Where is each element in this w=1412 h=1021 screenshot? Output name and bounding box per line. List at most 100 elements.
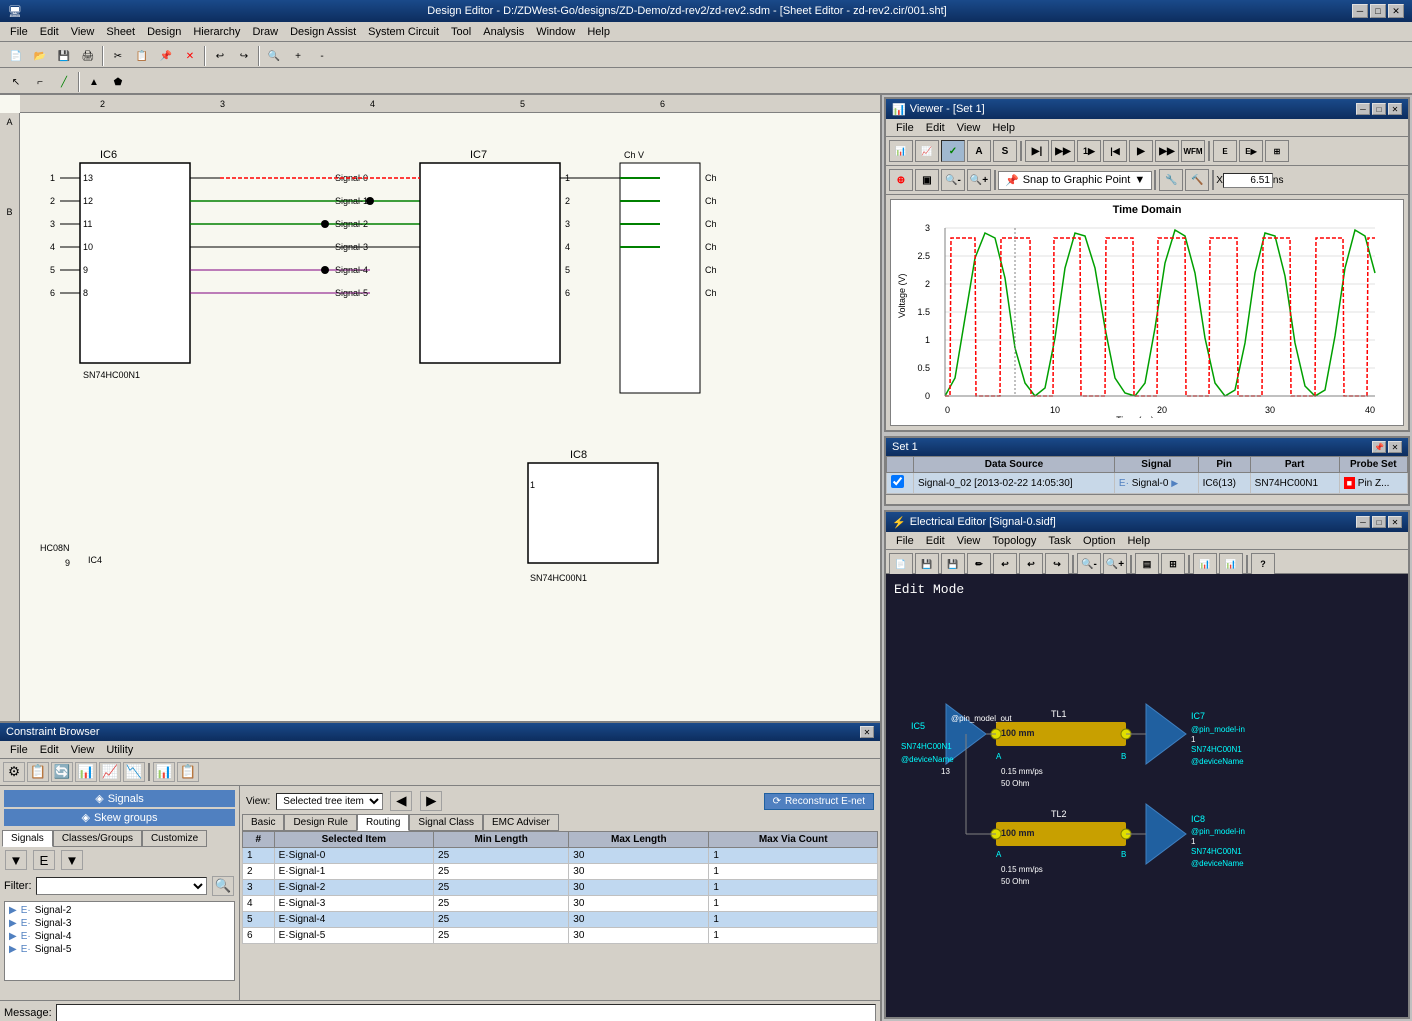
tab-signal-class[interactable]: Signal Class: [409, 814, 483, 831]
menu-design-assist[interactable]: Design Assist: [284, 24, 362, 40]
menu-hierarchy[interactable]: Hierarchy: [187, 24, 246, 40]
new-btn[interactable]: 📄: [5, 45, 27, 67]
redo-btn[interactable]: ↪: [233, 45, 255, 67]
vt-step[interactable]: 1▶: [1077, 140, 1101, 162]
ee-tool2[interactable]: 💾: [915, 553, 939, 575]
paste-btn[interactable]: 📌: [155, 45, 177, 67]
menu-file[interactable]: File: [4, 24, 34, 40]
vt-chart2[interactable]: 📈: [915, 140, 939, 162]
menu-sheet[interactable]: Sheet: [100, 24, 141, 40]
vt-expand[interactable]: ⊞: [1265, 140, 1289, 162]
maximize-btn[interactable]: □: [1370, 4, 1386, 18]
vt-play2[interactable]: ▶▶: [1051, 140, 1075, 162]
minimize-btn[interactable]: ─: [1352, 4, 1368, 18]
vt-tools2[interactable]: 🔨: [1185, 169, 1209, 191]
signal-item-3[interactable]: ▶ E· Signal-3: [7, 917, 232, 930]
cut-btn[interactable]: ✂: [107, 45, 129, 67]
viewer-menu-help[interactable]: Help: [986, 121, 1021, 135]
ee-zoom-in[interactable]: 🔍+: [1103, 553, 1127, 575]
signals-list[interactable]: ▶ E· Signal-2 ▶ E· Signal-3 ▶ E· Sig: [4, 901, 235, 981]
tab-basic[interactable]: Basic: [242, 814, 284, 831]
menu-analysis[interactable]: Analysis: [477, 24, 530, 40]
vt-target[interactable]: ⊕: [889, 169, 913, 191]
filter-icon-btn[interactable]: ▼: [5, 850, 27, 870]
close-btn[interactable]: ✕: [1388, 4, 1404, 18]
ee-chart2[interactable]: 📊: [1219, 553, 1243, 575]
tab-design-rule[interactable]: Design Rule: [284, 814, 356, 831]
delete-btn[interactable]: ✕: [179, 45, 201, 67]
signal-item-4[interactable]: ▶ E· Signal-4: [7, 930, 232, 943]
ee-menu-topology[interactable]: Topology: [986, 534, 1042, 548]
vt-label2[interactable]: E▶: [1239, 140, 1263, 162]
cb-tool4[interactable]: 📊: [75, 762, 97, 782]
set1-pin[interactable]: 📌: [1372, 441, 1386, 453]
ee-maximize[interactable]: □: [1372, 516, 1386, 528]
vt-play1[interactable]: ▶|: [1025, 140, 1049, 162]
signals-btn[interactable]: ◈ Signals: [4, 790, 235, 807]
filter-select[interactable]: [36, 877, 208, 895]
view-btn1[interactable]: ◀: [390, 791, 412, 811]
ee-menu-edit[interactable]: Edit: [920, 534, 951, 548]
menu-help[interactable]: Help: [581, 24, 616, 40]
cb-tool5[interactable]: 📈: [99, 762, 121, 782]
cb-tool3[interactable]: 🔄: [51, 762, 73, 782]
ee-layout2[interactable]: ⊞: [1161, 553, 1185, 575]
signal-item-5[interactable]: ▶ E· Signal-5: [7, 943, 232, 956]
skew-btn[interactable]: ◈ Skew groups: [4, 809, 235, 826]
ee-layout[interactable]: ▤: [1135, 553, 1159, 575]
view-btn2[interactable]: ▶: [420, 791, 442, 811]
message-input[interactable]: [56, 1004, 876, 1021]
vt-stop[interactable]: |◀: [1103, 140, 1127, 162]
viewer-menu-file[interactable]: File: [890, 121, 920, 135]
vt-rect[interactable]: ▣: [915, 169, 939, 191]
vt-chart1[interactable]: 📊: [889, 140, 913, 162]
snap-graphic-btn[interactable]: 📌 Snap to Graphic Point ▼: [998, 171, 1152, 190]
vt-s[interactable]: S: [993, 140, 1017, 162]
menu-design[interactable]: Design: [141, 24, 187, 40]
menu-edit[interactable]: Edit: [34, 24, 65, 40]
view-dropdown[interactable]: Selected tree item: [276, 793, 383, 810]
ee-canvas[interactable]: Edit Mode IC5 SN74HC00N1 @deviceName @pi…: [886, 574, 1408, 1019]
vt-a[interactable]: A: [967, 140, 991, 162]
ee-tool6[interactable]: ↩: [1019, 553, 1043, 575]
zoom-btn[interactable]: 🔍: [263, 45, 285, 67]
viewer-minimize[interactable]: ─: [1356, 103, 1370, 115]
cb-menu-view[interactable]: View: [65, 743, 101, 757]
tab-signals[interactable]: Signals: [2, 830, 53, 847]
x-coord-input[interactable]: [1223, 173, 1273, 188]
signal-item-2[interactable]: ▶ E· Signal-2: [7, 904, 232, 917]
set1-scrollbar[interactable]: [886, 494, 1408, 504]
vt-zoom-in[interactable]: 🔍+: [967, 169, 991, 191]
ee-zoom-out[interactable]: 🔍-: [1077, 553, 1101, 575]
vt-play3[interactable]: ▶: [1129, 140, 1153, 162]
ee-menu-option[interactable]: Option: [1077, 534, 1121, 548]
save-btn[interactable]: 💾: [53, 45, 75, 67]
menu-window[interactable]: Window: [530, 24, 581, 40]
tool-poly[interactable]: ⬟: [107, 71, 129, 93]
tab-emc[interactable]: EMC Adviser: [483, 814, 559, 831]
ee-menu-help[interactable]: Help: [1121, 534, 1156, 548]
cb-tool2[interactable]: 📋: [27, 762, 49, 782]
zoom-in-btn[interactable]: +: [287, 45, 309, 67]
ee-tool4[interactable]: ✏: [967, 553, 991, 575]
vt-ff[interactable]: ▶▶: [1155, 140, 1179, 162]
vt-zoom-out[interactable]: 🔍-: [941, 169, 965, 191]
cb-tool6[interactable]: 📉: [123, 762, 145, 782]
print-btn[interactable]: 🖨: [77, 45, 99, 67]
vt-label1[interactable]: E: [1213, 140, 1237, 162]
tool-select[interactable]: ↖: [5, 71, 27, 93]
cb-menu-edit[interactable]: Edit: [34, 743, 65, 757]
filter-search-btn[interactable]: 🔍: [212, 876, 234, 896]
reconstruct-btn[interactable]: ⟳ Reconstruct E-net: [764, 793, 874, 810]
viewer-menu-view[interactable]: View: [951, 121, 987, 135]
cb-close-btn[interactable]: ✕: [860, 726, 874, 738]
ee-tool7[interactable]: ↪: [1045, 553, 1069, 575]
viewer-close[interactable]: ✕: [1388, 103, 1402, 115]
cb-tool8[interactable]: 📋: [177, 762, 199, 782]
menu-view[interactable]: View: [65, 24, 101, 40]
tool-place[interactable]: ▲: [83, 71, 105, 93]
tool-line[interactable]: ╱: [53, 71, 75, 93]
cb-menu-utility[interactable]: Utility: [100, 743, 139, 757]
tab-customize[interactable]: Customize: [142, 830, 207, 847]
ee-menu-view[interactable]: View: [951, 534, 987, 548]
